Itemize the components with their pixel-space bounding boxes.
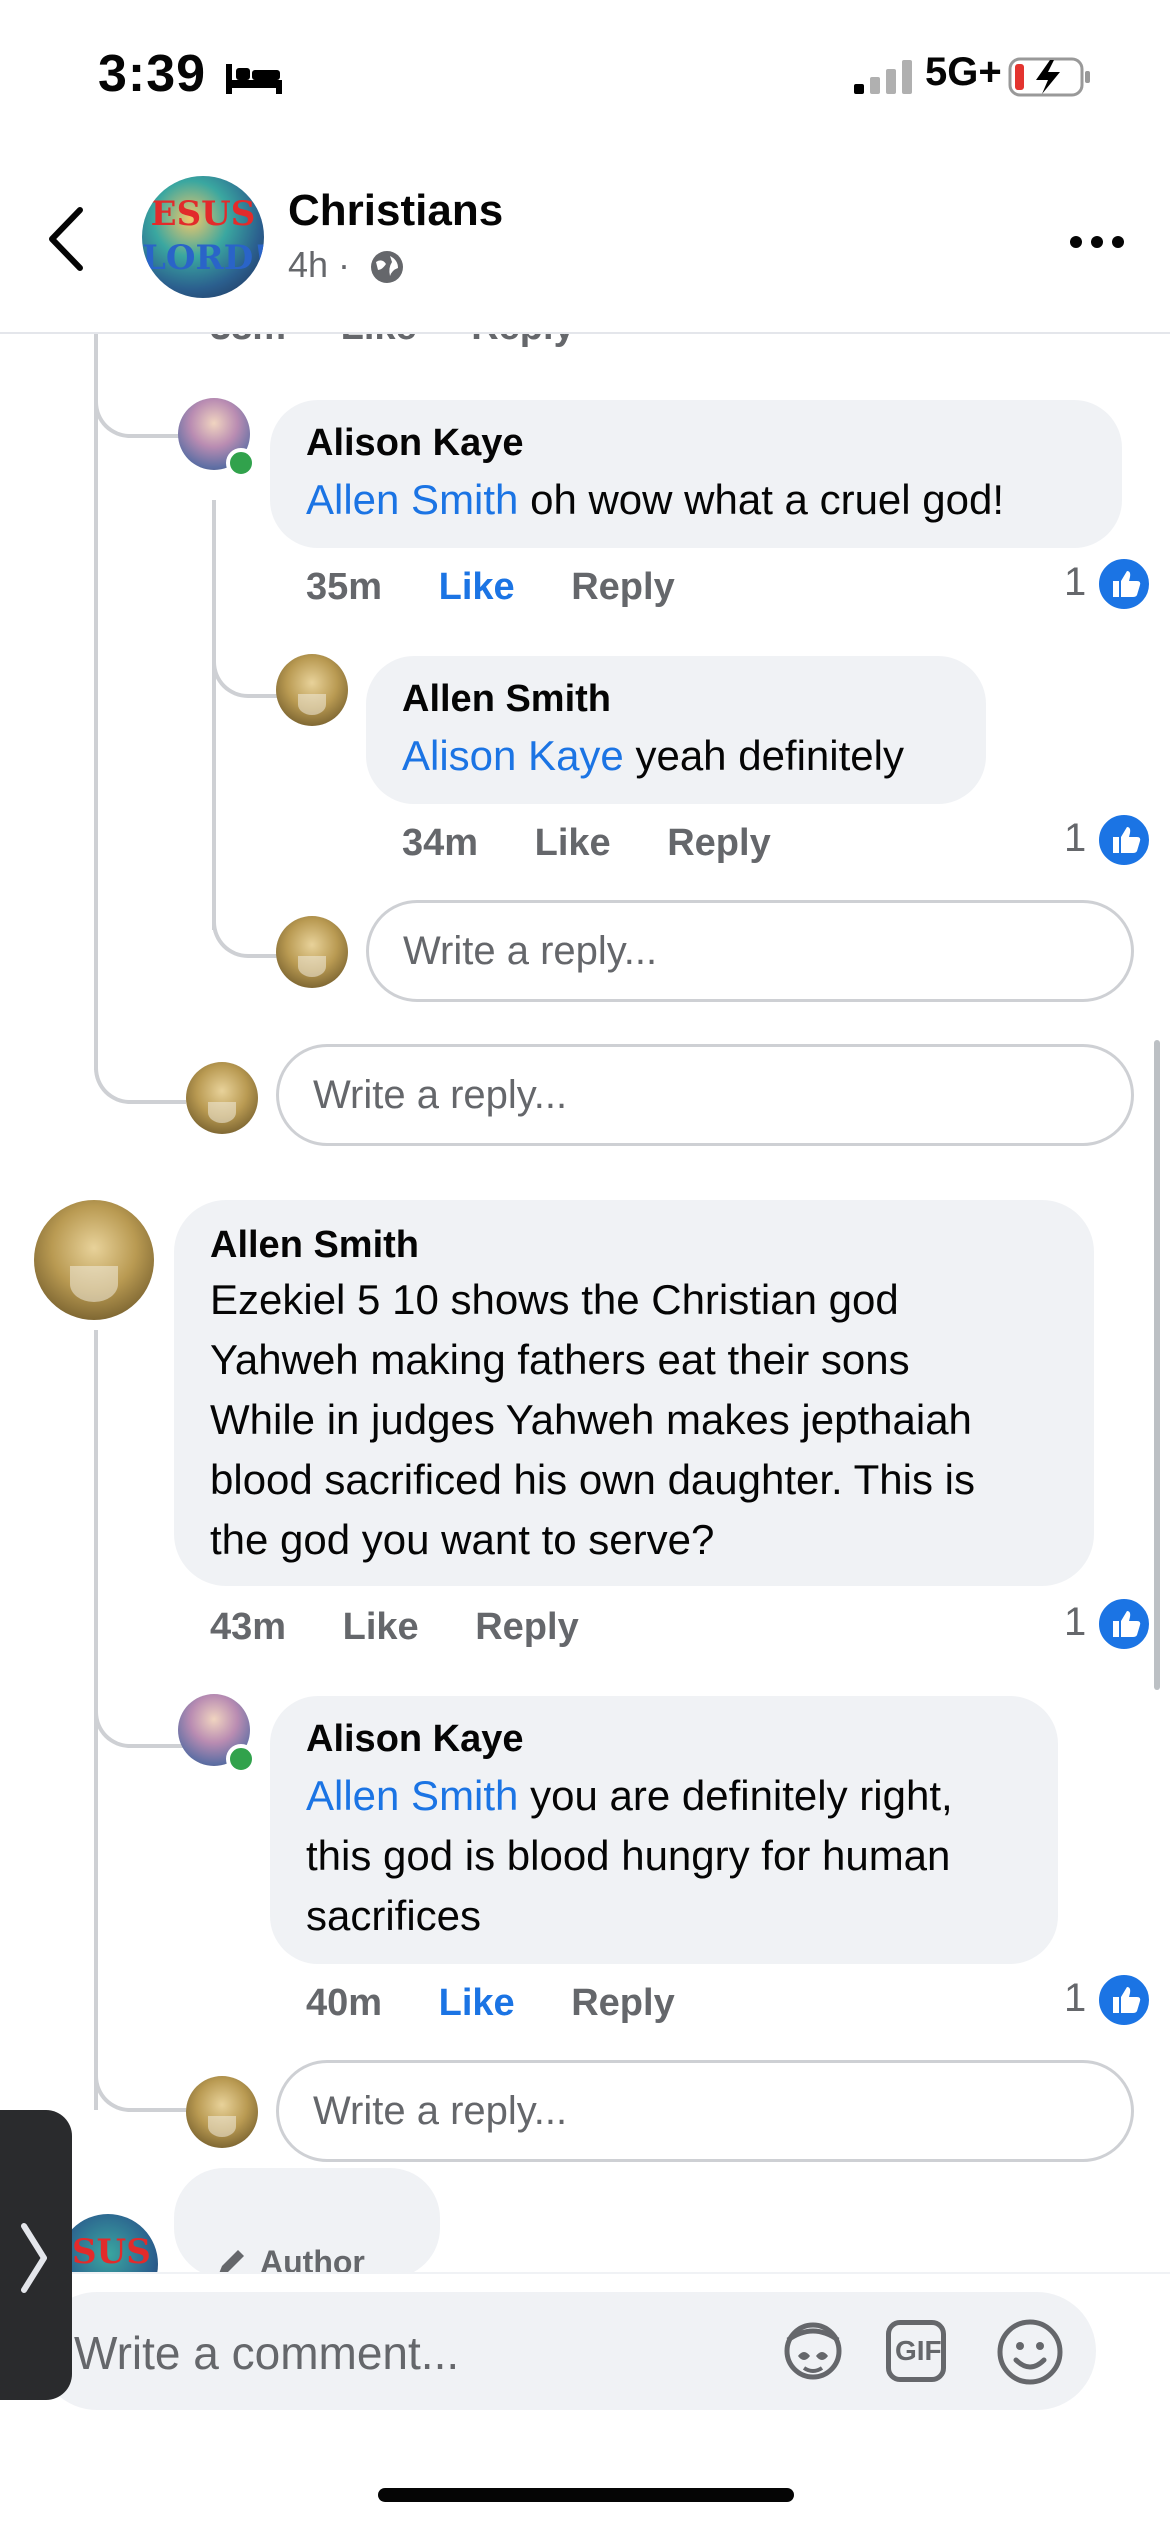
author-badge: Author xyxy=(174,2168,440,2280)
reaction-count[interactable]: 1 xyxy=(1064,816,1086,861)
mention-link[interactable]: Alison Kaye xyxy=(402,732,624,779)
network-type: 5G+ xyxy=(925,50,1002,94)
thread-connector xyxy=(94,370,184,438)
post-header: ESUS LORD! Christians 4h · xyxy=(0,160,1170,334)
mention-link[interactable]: Allen Smith xyxy=(306,476,518,523)
like-reaction-icon[interactable] xyxy=(1096,812,1152,868)
more-options-icon[interactable] xyxy=(1068,232,1126,252)
like-reaction-icon[interactable] xyxy=(1096,1596,1152,1652)
comment-text: Ezekiel 5 10 shows the Christian god Yah… xyxy=(210,1276,975,1563)
mention-link[interactable]: Allen Smith xyxy=(306,1772,518,1819)
comment-bubble[interactable]: Allen Smith Alison Kaye yeah definitely xyxy=(366,656,986,804)
globe-icon xyxy=(371,251,403,283)
online-status-dot xyxy=(226,448,256,478)
avatar xyxy=(186,1062,258,1134)
status-time: 3:39 xyxy=(98,45,207,103)
scrollbar[interactable] xyxy=(1154,1040,1160,1690)
thread-line xyxy=(212,500,216,930)
like-button[interactable]: Like xyxy=(343,1606,419,1648)
comment-time: 35m xyxy=(306,566,383,608)
cellular-signal-icon xyxy=(854,60,912,94)
comment-actions: 34m Like Reply xyxy=(402,822,771,865)
comment-actions: 43m Like Reply xyxy=(210,1606,579,1649)
emoji-icon[interactable] xyxy=(994,2316,1066,2388)
thread-connector xyxy=(212,890,280,958)
comment-bubble[interactable]: Alison Kaye Allen Smith you are definite… xyxy=(270,1696,1058,1964)
comment-time: 40m xyxy=(306,1982,383,2024)
commenter-name[interactable]: Allen Smith xyxy=(402,678,611,721)
online-status-dot xyxy=(226,1744,256,1774)
comment-time: 43m xyxy=(210,1606,287,1648)
comment-input[interactable]: Write a comment... GIF xyxy=(38,2292,1096,2410)
thread-line xyxy=(94,330,98,1070)
side-panel-handle[interactable] xyxy=(0,2110,72,2400)
comment-text: Allen Smith oh wow what a cruel god! xyxy=(306,476,1005,523)
avatar xyxy=(276,916,348,988)
commenter-name[interactable]: Alison Kaye xyxy=(306,422,524,465)
commenter-name[interactable]: Allen Smith xyxy=(210,1224,419,1267)
group-name[interactable]: Christians xyxy=(288,186,503,236)
reply-button[interactable]: Reply xyxy=(571,566,674,608)
reply-input[interactable]: Write a reply... xyxy=(276,2060,1134,2162)
reaction-count[interactable]: 1 xyxy=(1064,560,1086,605)
reply-button[interactable]: Reply xyxy=(571,1982,674,2024)
thread-connector xyxy=(94,1680,184,1748)
reply-input[interactable]: Write a reply... xyxy=(276,1044,1134,1146)
like-button[interactable]: Like xyxy=(439,1982,515,2024)
reply-button[interactable]: Reply xyxy=(667,822,770,864)
avatar-sticker-icon[interactable] xyxy=(778,2318,848,2384)
reply-button[interactable]: Reply xyxy=(475,1606,578,1648)
home-indicator[interactable] xyxy=(378,2488,794,2502)
like-reaction-icon[interactable] xyxy=(1096,556,1152,612)
thread-connector xyxy=(94,1036,186,1104)
like-button[interactable]: Like xyxy=(535,822,611,864)
avatar xyxy=(186,2076,258,2148)
commenter-name[interactable]: Alison Kaye xyxy=(306,1718,524,1761)
chevron-right-icon xyxy=(21,2223,47,2293)
thread-connector xyxy=(212,630,280,698)
group-avatar[interactable]: ESUS LORD! xyxy=(142,176,264,298)
reply-input[interactable]: Write a reply... xyxy=(366,900,1134,1002)
gif-icon[interactable]: GIF xyxy=(886,2320,946,2382)
battery-charging-icon xyxy=(1008,57,1090,97)
reaction-count[interactable]: 1 xyxy=(1064,1600,1086,1645)
comment-placeholder: Write a comment... xyxy=(74,2327,460,2379)
thread-connector xyxy=(94,2044,186,2112)
comment-actions: 40m Like Reply xyxy=(306,1982,675,2025)
comment-bubble[interactable]: Allen Smith Ezekiel 5 10 shows the Chris… xyxy=(174,1200,1094,1586)
comment-text: Alison Kaye yeah definitely xyxy=(402,732,904,779)
avatar[interactable] xyxy=(34,1200,154,1320)
comment-bubble[interactable]: Alison Kaye Allen Smith oh wow what a cr… xyxy=(270,400,1122,548)
avatar[interactable] xyxy=(276,654,348,726)
comment-text: Allen Smith you are definitely right, th… xyxy=(306,1772,953,1939)
comment-time: 34m xyxy=(402,822,479,864)
like-button[interactable]: Like xyxy=(439,566,515,608)
like-reaction-icon[interactable] xyxy=(1096,1972,1152,2028)
comment-actions: 35m Like Reply xyxy=(306,566,675,609)
reaction-count[interactable]: 1 xyxy=(1064,1976,1086,2021)
post-time: 4h · xyxy=(288,244,351,285)
sleep-focus-icon xyxy=(226,64,282,94)
back-arrow-icon[interactable] xyxy=(44,204,88,274)
